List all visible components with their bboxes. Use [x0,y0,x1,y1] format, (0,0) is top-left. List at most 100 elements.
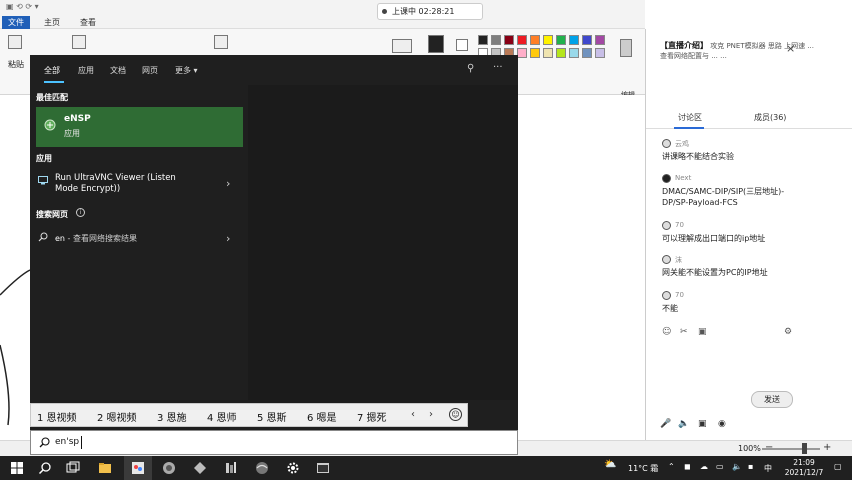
scissors-icon[interactable]: ✂ [680,327,688,337]
brush-icon[interactable] [214,35,228,49]
chat-text: 讲课略不能结合实验 [662,152,734,161]
chevron-right-icon[interactable]: › [226,177,230,190]
speaker-icon[interactable]: 🔈 [678,419,689,429]
app-icon-diamond[interactable] [193,461,207,475]
paint-titlebar: ▣ ⟲ ⟳ ▾ [0,0,645,16]
ime-candidate-6[interactable]: 6 嗯是 [307,409,337,424]
live-tabs: 讨论区 成员(36) [646,109,852,129]
palette-swatch[interactable] [595,35,605,45]
quick-access-icons[interactable]: ▣ ⟲ ⟳ ▾ [6,2,39,11]
chat-text: 不能 [662,304,678,313]
camera-icon[interactable]: ▣ [698,419,707,429]
close-icon[interactable]: × [786,42,795,55]
palette-swatch[interactable] [556,48,566,58]
weather-label[interactable]: 11°C 霜 [628,463,658,474]
tab-view[interactable]: 查看 [80,17,96,28]
palette-swatch[interactable] [582,35,592,45]
palette-swatch[interactable] [517,48,527,58]
file-explorer-icon[interactable] [98,461,112,475]
chat-toolbar: ☺ ✂ ▣ ⚙ [660,327,840,339]
select-icon[interactable] [72,35,86,49]
app-icon-bars[interactable] [224,461,238,475]
tab-web[interactable]: 网页 [142,65,158,76]
send-button[interactable]: 发送 [751,391,793,408]
palette-swatch[interactable] [569,48,579,58]
line-size-icon[interactable] [392,39,412,53]
microphone-icon[interactable]: 🎤 [660,419,671,429]
task-view-icon[interactable] [66,461,80,475]
search-input[interactable]: en'sp [55,437,79,447]
chat-author: 沫 [675,256,682,264]
chat-author: 70 [675,291,684,299]
tab-apps[interactable]: 应用 [78,65,94,76]
terminal-icon[interactable] [316,461,330,475]
palette-swatch[interactable] [530,48,540,58]
ime-candidate-3[interactable]: 3 恩施 [157,409,187,424]
chevron-right-icon[interactable]: › [226,232,230,245]
best-match-result[interactable]: eNSP 应用 [36,107,243,147]
palette-swatch[interactable] [517,35,527,45]
ime-candidate-2[interactable]: 2 嗯视频 [97,409,137,424]
tab-more[interactable]: 更多 ▾ [175,65,198,76]
ime-candidate-7[interactable]: 7 摁死 [357,409,387,424]
location-icon[interactable]: ◉ [718,419,726,429]
search-icon[interactable] [38,461,52,475]
palette-swatch[interactable] [530,35,540,45]
palette-swatch[interactable] [491,35,501,45]
palette-swatch[interactable] [478,35,488,45]
info-icon[interactable]: i [76,208,85,217]
tab-home[interactable]: 主页 [44,17,60,28]
volume-indicator-icon[interactable]: ▪ [748,462,753,471]
emoji-icon[interactable]: ☺ [449,408,462,421]
browser-icon[interactable] [255,461,269,475]
recording-badge[interactable]: 上课中 02:28:21 [377,3,483,20]
tab-discussion[interactable]: 讨论区 [678,112,702,123]
tray-chevron-up-icon[interactable]: ⌃ [668,462,675,471]
palette-swatch[interactable] [556,35,566,45]
tab-documents[interactable]: 文档 [110,65,126,76]
notification-icon[interactable]: ▢ [834,462,842,471]
color1-swatch[interactable] [428,35,444,53]
ime-prev-icon[interactable]: ‹ [411,409,415,420]
zoom-slider-thumb[interactable] [802,443,807,454]
settings-icon[interactable]: ⚙ [784,327,792,337]
network-icon[interactable]: ▭ [716,462,724,471]
more-options-icon[interactable]: ··· [493,62,503,73]
zoom-slider[interactable] [762,448,820,450]
zoom-in-button[interactable]: + [823,442,831,453]
chat-text: 网关能不能设置为PC的IP地址 [662,268,768,277]
image-icon[interactable]: ▣ [698,327,707,337]
ime-candidate-1[interactable]: 1 恩视频 [37,409,77,424]
ime-next-icon[interactable]: › [429,409,433,420]
palette-swatch[interactable] [504,35,514,45]
ime-candidate-4[interactable]: 4 恩师 [207,409,237,424]
speaker-icon[interactable]: 🔈 [732,462,742,471]
emoji-icon[interactable]: ☺ [662,327,671,337]
input-language[interactable]: 中 [764,463,772,474]
weather-icon[interactable]: ⛅ [604,459,616,470]
tab-all[interactable]: 全部 [44,65,60,76]
palette-swatch[interactable] [582,48,592,58]
tray-app-icon[interactable]: ◼ [684,462,691,471]
app-result-ultravnc[interactable]: Run UltraVNC Viewer (Listen Mode Encrypt… [36,173,243,203]
palette-swatch[interactable] [595,48,605,58]
edit-colors-icon[interactable] [620,39,632,57]
windows-start-icon[interactable] [10,461,24,475]
web-search-result[interactable]: en - 查看网络搜索结果 › [36,230,243,250]
feedback-icon[interactable]: ⚲ [467,63,474,74]
color2-swatch[interactable] [456,39,468,51]
palette-swatch[interactable] [569,35,579,45]
paste-button-label[interactable]: 粘贴 [8,59,24,70]
tab-file[interactable]: 文件 [2,16,30,29]
settings-gear-icon[interactable] [286,461,300,475]
search-box[interactable]: en'sp [30,430,518,455]
clock[interactable]: 21:09 2021/12/7 [780,458,828,478]
palette-swatch[interactable] [543,48,553,58]
app-icon-circle[interactable] [162,461,176,475]
live-stream-panel: 【直播介绍】 攻克 PNET模拟器 思路 上网速 ... 查看网络配置与 ...… [645,29,852,440]
paste-icon[interactable] [8,35,22,49]
ime-candidate-5[interactable]: 5 恩斯 [257,409,287,424]
tab-members[interactable]: 成员(36) [754,112,786,123]
palette-swatch[interactable] [543,35,553,45]
cloud-icon[interactable]: ☁ [700,462,708,471]
